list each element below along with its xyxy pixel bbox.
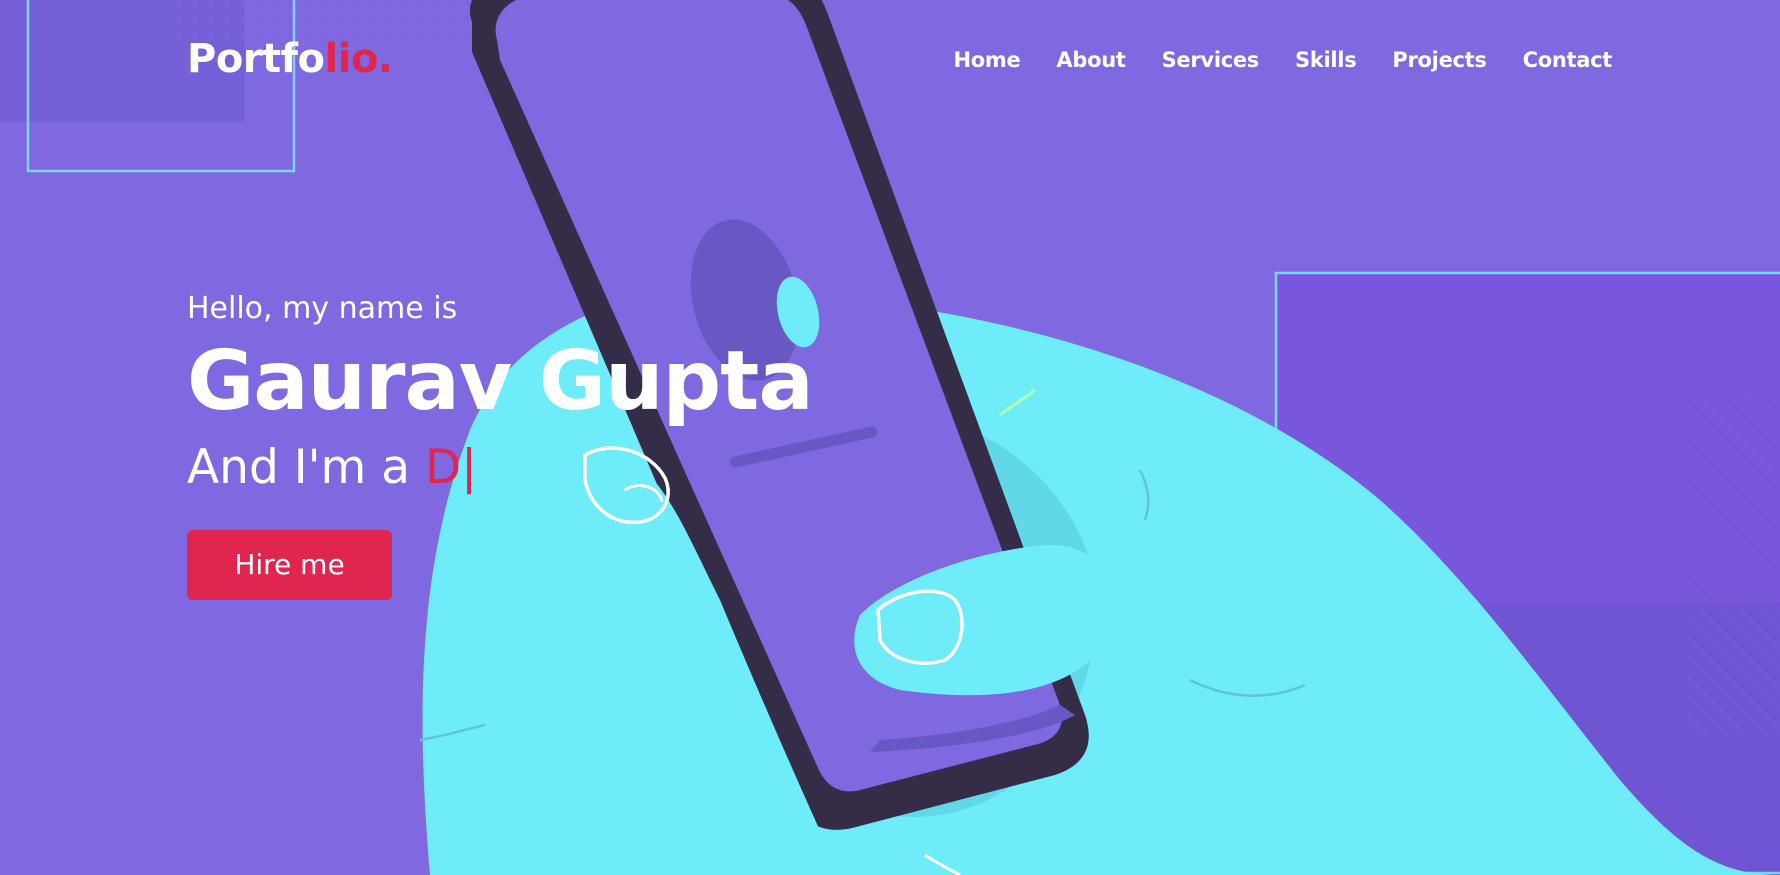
nav-item-skills: Skills <box>1295 48 1357 72</box>
logo[interactable]: Portfolio. <box>187 36 393 82</box>
nav-link-about[interactable]: About <box>1056 48 1126 72</box>
nav-item-projects: Projects <box>1392 48 1487 72</box>
hero-role-prefix: And I'm a <box>187 440 425 495</box>
nav-item-services: Services <box>1162 48 1260 72</box>
nav-link-projects[interactable]: Projects <box>1392 48 1487 72</box>
hire-me-button[interactable]: Hire me <box>187 530 392 600</box>
nav-link-home[interactable]: Home <box>953 48 1020 72</box>
hero-greeting: Hello, my name is <box>187 291 458 326</box>
navbar: Portfolio. Home About Services Skills Pr… <box>0 0 1780 125</box>
nav-item-home: Home <box>953 48 1020 72</box>
nav-item-about: About <box>1056 48 1126 72</box>
nav-menu: Home About Services Skills Projects Cont… <box>953 48 1612 72</box>
nav-link-skills[interactable]: Skills <box>1295 48 1357 72</box>
nav-link-contact[interactable]: Contact <box>1523 48 1613 72</box>
hero-name: Gaurav Gupta <box>187 334 814 429</box>
hero-role: And I'm a D| <box>187 432 813 504</box>
logo-accent: lio. <box>324 36 394 82</box>
bg-stripes-right <box>1688 395 1780 735</box>
typing-caret: | <box>461 440 478 495</box>
hero-section: Portfolio. Home About Services Skills Pr… <box>0 0 1780 875</box>
hero-role-typed: D <box>424 440 462 495</box>
hero-content: Hello, my name is Gaurav Gupta And I'm a… <box>187 286 814 600</box>
nav-link-services[interactable]: Services <box>1162 48 1260 72</box>
nav-item-contact: Contact <box>1523 48 1613 72</box>
logo-text: Portfo <box>187 36 325 82</box>
